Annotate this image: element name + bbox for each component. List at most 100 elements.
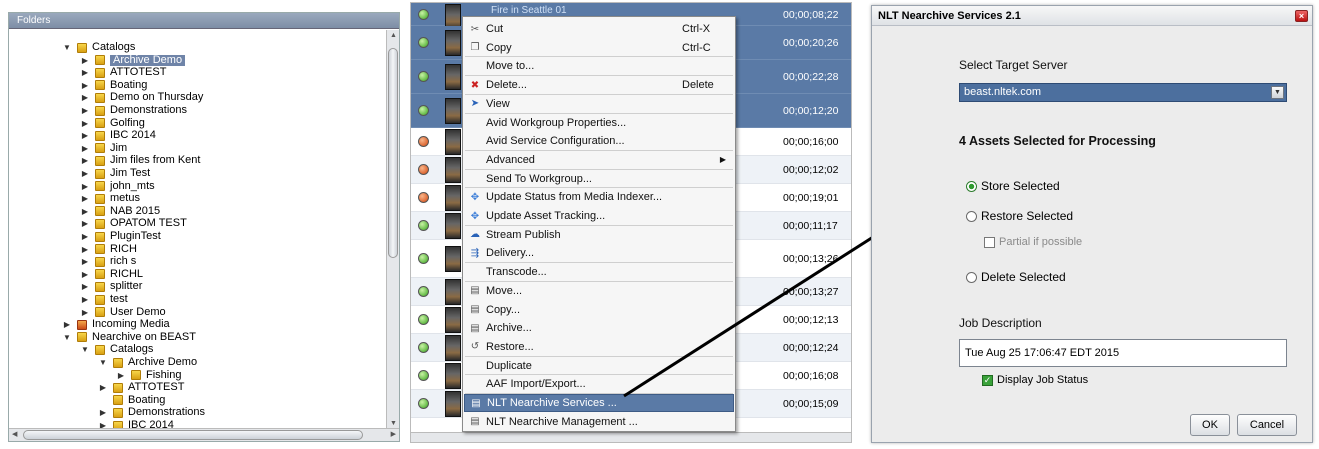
tree-item[interactable]: ▶ Demonstrations: [97, 407, 205, 418]
collapse-arrow-icon[interactable]: ▶: [79, 307, 91, 318]
collapse-arrow-icon[interactable]: ▶: [61, 319, 73, 330]
collapse-arrow-icon[interactable]: ▶: [97, 382, 109, 393]
tree-item[interactable]: ▶ Jim Test: [79, 168, 150, 179]
tree-item[interactable]: ▶ john_mts: [79, 180, 155, 192]
menu-item[interactable]: ☁ Stream Publish: [464, 226, 734, 244]
menu-item[interactable]: AAF Import/Export...: [464, 375, 734, 393]
menu-item[interactable]: ✖ Delete... Delete: [464, 76, 734, 94]
tree-item[interactable]: Boating: [97, 394, 165, 406]
tree-item[interactable]: ▶ Demo on Thursday: [79, 92, 203, 103]
tree-item[interactable]: ▶ Jim files from Kent: [79, 155, 200, 166]
cancel-button[interactable]: Cancel: [1237, 414, 1297, 436]
tree-item[interactable]: ▼ Archive Demo: [97, 357, 197, 368]
tree-item[interactable]: ▶ User Demo: [79, 306, 166, 318]
menu-item[interactable]: ➤ View: [464, 95, 734, 113]
scrollbar-thumb[interactable]: [388, 48, 398, 258]
collapse-arrow-icon[interactable]: ▶: [79, 256, 91, 267]
chevron-down-icon[interactable]: ▼: [1271, 86, 1284, 99]
tree-item[interactable]: ▶ test: [79, 294, 128, 305]
collapse-arrow-icon[interactable]: ▶: [79, 244, 91, 255]
tree-item[interactable]: ▶ ATTOTEST: [79, 67, 166, 78]
collapse-arrow-icon[interactable]: ▶: [79, 118, 91, 129]
tree-item[interactable]: ▶ metus: [79, 193, 140, 204]
menu-item[interactable]: Send To Workgroup...: [464, 170, 734, 188]
collapse-arrow-icon[interactable]: ▶: [79, 206, 91, 217]
collapse-arrow-icon[interactable]: ▶: [97, 407, 109, 418]
tree-item[interactable]: ▶ rich s: [79, 256, 136, 267]
expand-arrow-icon[interactable]: ▼: [61, 332, 73, 343]
menu-item[interactable]: ✂ Cut Ctrl-X: [464, 20, 734, 38]
menu-item[interactable]: Move to...: [464, 57, 734, 75]
collapse-arrow-icon[interactable]: ▶: [79, 193, 91, 204]
menu-item[interactable]: ↺ Restore...: [464, 338, 734, 356]
collapse-arrow-icon[interactable]: ▶: [79, 92, 91, 103]
menu-item[interactable]: ▤ Move...: [464, 282, 734, 300]
restore-selected-radio[interactable]: Restore Selected: [966, 209, 1073, 223]
delete-selected-radio[interactable]: Delete Selected: [966, 270, 1066, 284]
tree-item[interactable]: ▶ Demonstrations: [79, 105, 187, 116]
menu-item[interactable]: ▤ Copy...: [464, 301, 734, 319]
tree-item[interactable]: ▶ RICHL: [79, 268, 143, 280]
tree-item[interactable]: ▼ Catalogs: [79, 344, 153, 355]
menu-item[interactable]: Advanced ▶: [464, 151, 734, 169]
menu-item[interactable]: ✥ Update Asset Tracking...: [464, 207, 734, 225]
tree-item[interactable]: ▶ NAB 2015: [79, 205, 160, 217]
tree-item[interactable]: ▼ Catalogs: [61, 42, 135, 53]
collapse-arrow-icon[interactable]: ▶: [79, 105, 91, 116]
menu-item[interactable]: ▤ Archive...: [464, 319, 734, 337]
folders-horizontal-scrollbar[interactable]: ◀ ▶: [9, 428, 399, 441]
collapse-arrow-icon[interactable]: ▶: [79, 294, 91, 305]
tree-item[interactable]: ▶ Fishing: [115, 369, 181, 381]
collapse-arrow-icon[interactable]: ▶: [79, 218, 91, 229]
display-job-status-checkbox[interactable]: ✓ Display Job Status: [982, 374, 1088, 386]
menu-item[interactable]: ▤ NLT Nearchive Management ...: [464, 413, 734, 431]
tree-item[interactable]: ▶ OPATOM TEST: [79, 218, 187, 229]
collapse-arrow-icon[interactable]: ▶: [79, 269, 91, 280]
asset-list-horizontal-scrollbar[interactable]: [411, 432, 851, 442]
menu-item[interactable]: Avid Workgroup Properties...: [464, 114, 734, 132]
tree-item[interactable]: ▶ Golfing: [79, 117, 145, 129]
collapse-arrow-icon[interactable]: ▶: [79, 155, 91, 166]
tree-item[interactable]: ▶ Boating: [79, 79, 147, 91]
collapse-arrow-icon[interactable]: ▶: [115, 370, 127, 381]
tree-item[interactable]: ▶ splitter: [79, 281, 142, 292]
collapse-arrow-icon[interactable]: ▶: [79, 231, 91, 242]
menu-item[interactable]: ⇶ Delivery...: [464, 244, 734, 262]
collapse-arrow-icon[interactable]: ▶: [79, 181, 91, 192]
job-description-input[interactable]: Tue Aug 25 17:06:47 EDT 2015: [959, 339, 1287, 367]
scroll-left-icon[interactable]: ◀: [12, 430, 17, 438]
store-selected-radio[interactable]: Store Selected: [966, 179, 1060, 193]
menu-item[interactable]: Avid Service Configuration...: [464, 132, 734, 150]
folders-vertical-scrollbar[interactable]: ▲ ▼: [386, 30, 399, 430]
collapse-arrow-icon[interactable]: ▶: [79, 143, 91, 154]
scroll-right-icon[interactable]: ▶: [391, 430, 396, 438]
scrollbar-thumb[interactable]: [23, 430, 363, 440]
menu-item[interactable]: Transcode...: [464, 263, 734, 281]
expand-arrow-icon[interactable]: ▼: [61, 42, 73, 53]
tree-item[interactable]: ▶ Jim: [79, 142, 127, 154]
collapse-arrow-icon[interactable]: ▶: [79, 55, 91, 66]
menu-item[interactable]: ✥ Update Status from Media Indexer...: [464, 188, 734, 206]
expand-arrow-icon[interactable]: ▼: [97, 357, 109, 368]
tree-item[interactable]: ▼ Nearchive on BEAST: [61, 331, 196, 343]
tree-item[interactable]: ▶ Archive Demo: [79, 54, 186, 66]
menu-item[interactable]: ❐ Copy Ctrl-C: [464, 39, 734, 57]
tree-item[interactable]: ▶ IBC 2014: [79, 130, 156, 141]
menu-item[interactable]: ▤ NLT Nearchive Services ...: [464, 394, 734, 412]
close-icon[interactable]: ×: [1295, 10, 1308, 22]
scroll-down-icon[interactable]: ▼: [390, 420, 397, 427]
collapse-arrow-icon[interactable]: ▶: [79, 80, 91, 91]
target-server-select[interactable]: beast.nltek.com ▼: [959, 83, 1287, 102]
collapse-arrow-icon[interactable]: ▶: [79, 67, 91, 78]
collapse-arrow-icon[interactable]: ▶: [79, 130, 91, 141]
tree-item[interactable]: ▶ ATTOTEST: [97, 382, 184, 393]
collapse-arrow-icon[interactable]: ▶: [79, 281, 91, 292]
collapse-arrow-icon[interactable]: ▶: [79, 168, 91, 179]
tree-item[interactable]: ▶ Incoming Media: [61, 319, 170, 330]
ok-button[interactable]: OK: [1190, 414, 1230, 436]
expand-arrow-icon[interactable]: ▼: [79, 344, 91, 355]
tree-item[interactable]: ▶ PluginTest: [79, 231, 161, 242]
tree-item[interactable]: ▶ RICH: [79, 243, 137, 255]
partial-if-possible-checkbox[interactable]: Partial if possible: [984, 236, 1082, 248]
menu-item[interactable]: Duplicate: [464, 357, 734, 375]
